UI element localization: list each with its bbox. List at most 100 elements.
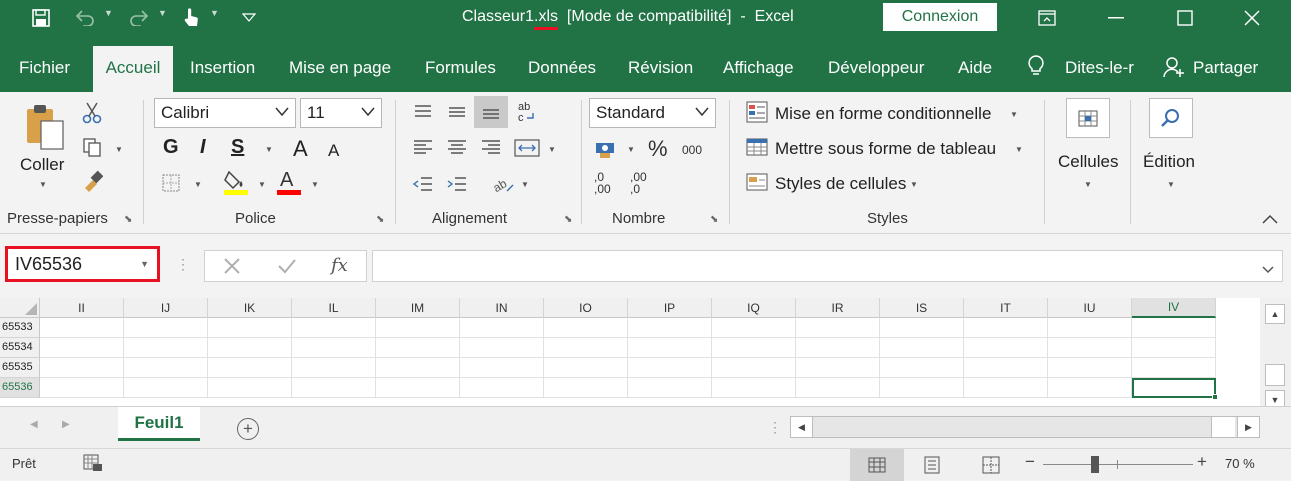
cell-ir65536[interactable] bbox=[796, 378, 880, 398]
cell-ij65535[interactable] bbox=[124, 358, 208, 378]
cell-styles-button[interactable]: Styles de cellules bbox=[775, 174, 906, 194]
active-cell[interactable] bbox=[1132, 378, 1218, 400]
orientation-dropdown-icon[interactable]: ▼ bbox=[521, 180, 529, 189]
grow-font-button[interactable]: A bbox=[293, 136, 308, 162]
cell-ik65534[interactable] bbox=[208, 338, 292, 358]
currency-icon[interactable] bbox=[593, 136, 619, 162]
lightbulb-icon[interactable] bbox=[1027, 54, 1045, 83]
share-icon[interactable] bbox=[1163, 56, 1185, 83]
italic-button[interactable]: I bbox=[200, 136, 206, 159]
cell-im65533[interactable] bbox=[376, 318, 460, 338]
formula-bar-grip-icon[interactable]: ⋮ bbox=[176, 256, 190, 273]
shrink-font-button[interactable]: A bbox=[328, 141, 339, 161]
customize-qat-icon[interactable] bbox=[236, 5, 262, 31]
ribbon-display-options-icon[interactable] bbox=[1024, 0, 1070, 36]
save-icon[interactable] bbox=[28, 5, 54, 31]
cell-im65535[interactable] bbox=[376, 358, 460, 378]
percent-button[interactable]: % bbox=[648, 136, 668, 162]
format-as-table-button[interactable]: Mettre sous forme de tableau bbox=[775, 139, 996, 159]
cell-is65536[interactable] bbox=[880, 378, 964, 398]
conditional-formatting-button[interactable]: Mise en forme conditionnelle bbox=[775, 104, 991, 124]
enter-icon[interactable] bbox=[277, 257, 297, 280]
fill-color-icon[interactable] bbox=[223, 168, 249, 198]
cell-ik65533[interactable] bbox=[208, 318, 292, 338]
cell-ik65535[interactable] bbox=[208, 358, 292, 378]
sheet-tab[interactable]: Feuil1 bbox=[118, 407, 200, 441]
cell-iq65534[interactable] bbox=[712, 338, 796, 358]
row-header-65536[interactable]: 65536 bbox=[0, 378, 40, 398]
zoom-out-icon[interactable]: − bbox=[1025, 452, 1035, 472]
alignment-launcher-icon[interactable]: ⬊ bbox=[564, 214, 572, 225]
cut-icon[interactable] bbox=[81, 102, 103, 124]
tab-accueil[interactable]: Accueil bbox=[93, 46, 173, 92]
minimize-icon[interactable] bbox=[1093, 0, 1139, 36]
chevron-down-icon[interactable] bbox=[275, 107, 289, 116]
tab-formules[interactable]: Formules bbox=[425, 58, 496, 78]
redo-dropdown-icon[interactable]: ▼ bbox=[158, 8, 167, 18]
font-name-combo[interactable]: Calibri bbox=[154, 98, 296, 128]
cancel-icon[interactable] bbox=[223, 257, 241, 280]
thousands-button[interactable]: 000 bbox=[682, 143, 702, 157]
close-icon[interactable] bbox=[1229, 0, 1275, 36]
cell-it65533[interactable] bbox=[964, 318, 1048, 338]
cell-ij65536[interactable] bbox=[124, 378, 208, 398]
row-header-65533[interactable]: 65533 bbox=[0, 318, 40, 338]
currency-dropdown-icon[interactable]: ▼ bbox=[627, 145, 635, 154]
format-as-table-icon[interactable] bbox=[746, 136, 768, 158]
prev-sheet-icon[interactable]: ◀ bbox=[30, 419, 38, 430]
column-header-im[interactable]: IM bbox=[376, 298, 460, 318]
column-header-iu[interactable]: IU bbox=[1048, 298, 1132, 318]
chevron-down-icon[interactable] bbox=[695, 107, 709, 116]
clipboard-launcher-icon[interactable]: ⬊ bbox=[124, 214, 132, 225]
cell-is65535[interactable] bbox=[880, 358, 964, 378]
cell-ip65536[interactable] bbox=[628, 378, 712, 398]
cell-in65536[interactable] bbox=[460, 378, 544, 398]
borders-dropdown-icon[interactable]: ▼ bbox=[194, 180, 202, 189]
cell-iu65536[interactable] bbox=[1048, 378, 1132, 398]
decrease-decimal-button[interactable]: ,00 ,0 bbox=[630, 171, 647, 195]
signin-button[interactable]: Connexion bbox=[883, 3, 997, 31]
name-box[interactable]: IV65536 ▼ bbox=[5, 246, 160, 282]
paste-icon[interactable] bbox=[22, 102, 68, 152]
cell-in65534[interactable] bbox=[460, 338, 544, 358]
expand-formula-bar-icon[interactable] bbox=[1262, 261, 1274, 279]
increase-decimal-button[interactable]: ,0 ,00 bbox=[594, 171, 611, 195]
tab-revision[interactable]: Révision bbox=[628, 58, 693, 78]
undo-dropdown-icon[interactable]: ▼ bbox=[104, 8, 113, 18]
cell-ik65536[interactable] bbox=[208, 378, 292, 398]
cell-iv65534[interactable] bbox=[1132, 338, 1216, 358]
column-header-ik[interactable]: IK bbox=[208, 298, 292, 318]
tab-donnees[interactable]: Données bbox=[528, 58, 596, 78]
cell-ir65533[interactable] bbox=[796, 318, 880, 338]
tab-developpeur[interactable]: Développeur bbox=[828, 58, 924, 78]
touch-dropdown-icon[interactable]: ▼ bbox=[210, 8, 219, 18]
column-header-ij[interactable]: IJ bbox=[124, 298, 208, 318]
decrease-indent-icon[interactable] bbox=[410, 170, 436, 198]
normal-view-icon[interactable] bbox=[850, 449, 904, 481]
scroll-up-icon[interactable]: ▲ bbox=[1265, 304, 1285, 324]
format-painter-icon[interactable] bbox=[81, 170, 103, 192]
align-left-icon[interactable] bbox=[410, 134, 436, 162]
tab-aide[interactable]: Aide bbox=[958, 58, 992, 78]
fill-color-dropdown-icon[interactable]: ▼ bbox=[258, 180, 266, 189]
cell-iq65535[interactable] bbox=[712, 358, 796, 378]
cell-ir65534[interactable] bbox=[796, 338, 880, 358]
cell-iq65533[interactable] bbox=[712, 318, 796, 338]
cell-it65534[interactable] bbox=[964, 338, 1048, 358]
editing-dropdown-icon[interactable]: ▼ bbox=[1167, 180, 1175, 189]
merge-center-icon[interactable] bbox=[514, 134, 540, 162]
zoom-in-icon[interactable]: + bbox=[1197, 452, 1207, 472]
cells-dropdown-icon[interactable]: ▼ bbox=[1084, 180, 1092, 189]
cell-iv65533[interactable] bbox=[1132, 318, 1216, 338]
cell-il65535[interactable] bbox=[292, 358, 376, 378]
column-header-it[interactable]: IT bbox=[964, 298, 1048, 318]
fill-handle[interactable] bbox=[1212, 394, 1218, 400]
accessibility-icon[interactable] bbox=[83, 454, 103, 477]
column-header-iv[interactable]: IV bbox=[1132, 298, 1216, 318]
scroll-right-icon[interactable]: ▶ bbox=[1237, 417, 1259, 437]
underline-dropdown-icon[interactable]: ▼ bbox=[265, 145, 273, 154]
tab-mise-en-page[interactable]: Mise en page bbox=[289, 58, 391, 78]
align-right-icon[interactable] bbox=[478, 134, 504, 162]
align-top-icon[interactable] bbox=[410, 98, 436, 126]
row-header-65534[interactable]: 65534 bbox=[0, 338, 40, 358]
